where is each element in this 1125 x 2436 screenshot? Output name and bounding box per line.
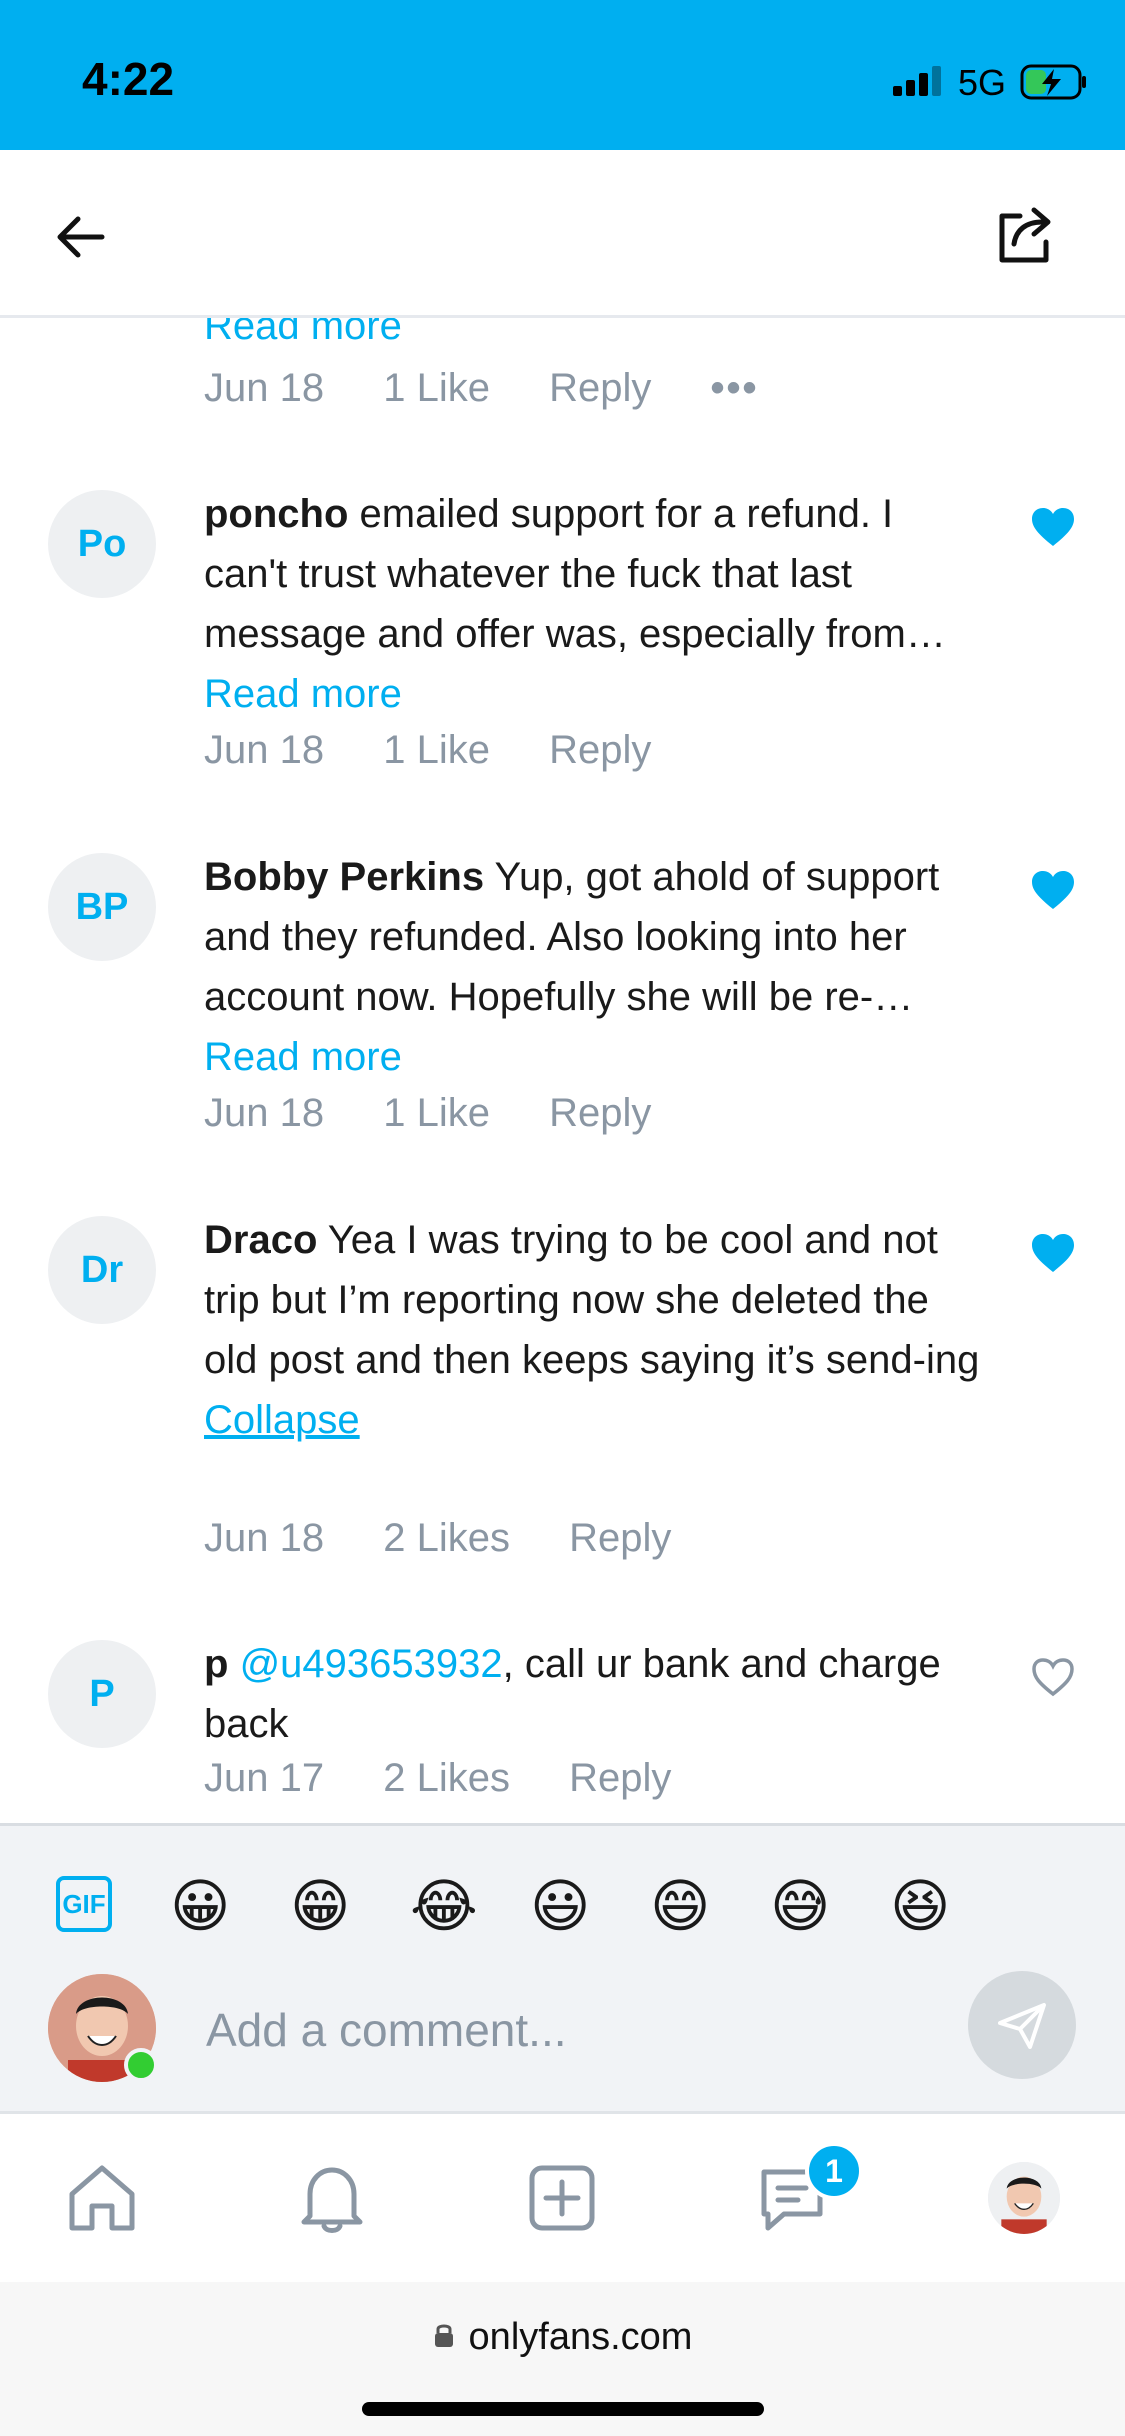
- avatar[interactable]: Po: [48, 490, 156, 598]
- comment-date: Jun 18: [204, 1091, 325, 1135]
- back-arrow-icon[interactable]: [50, 205, 114, 269]
- comment-body: poncho emailed support for a refund. I c…: [204, 484, 984, 724]
- comment-username[interactable]: Bobby Perkins: [204, 855, 484, 899]
- user-mention-link[interactable]: @u493653932: [240, 1642, 503, 1686]
- profile-avatar[interactable]: [988, 2162, 1060, 2234]
- signal-icon: [893, 66, 941, 96]
- share-icon[interactable]: [990, 200, 1060, 270]
- read-more-link[interactable]: Read more: [204, 1027, 984, 1087]
- bottom-nav: 1: [0, 2111, 1125, 2285]
- browser-url-bar: onlyfans.com: [0, 2282, 1125, 2436]
- url-display[interactable]: onlyfans.com: [0, 2316, 1125, 2359]
- avatar[interactable]: BP: [48, 853, 156, 961]
- add-post-icon[interactable]: [520, 2156, 604, 2240]
- heart-filled-icon[interactable]: [1030, 869, 1076, 911]
- emoji-beaming[interactable]: 😁: [290, 1872, 350, 1940]
- comment-likes[interactable]: 1 Like: [383, 1091, 490, 1135]
- comment-username[interactable]: Draco: [204, 1218, 317, 1262]
- comment-date: Jun 17: [204, 1756, 325, 1800]
- reply-button[interactable]: Reply: [549, 366, 651, 410]
- send-icon: [998, 2003, 1046, 2049]
- messages-badge: 1: [805, 2142, 863, 2200]
- read-more-link[interactable]: Read more: [204, 664, 984, 724]
- heart-filled-icon[interactable]: [1030, 1232, 1076, 1274]
- comment-meta: Jun 18 1 Like Reply: [204, 728, 699, 773]
- status-time: 4:22: [82, 53, 175, 105]
- reply-button[interactable]: Reply: [549, 1091, 651, 1135]
- battery-charging-icon: [1020, 64, 1086, 100]
- comment-date: Jun 18: [204, 366, 325, 410]
- emoji-bar: GIF 😀 😁 😂 😃 😄 😅 😆: [0, 1866, 1125, 1946]
- emoji-grinning[interactable]: 😀: [170, 1872, 230, 1940]
- reply-button[interactable]: Reply: [569, 1756, 671, 1800]
- comment-meta: Jun 18 2 Likes Reply: [204, 1516, 719, 1561]
- gif-button[interactable]: GIF: [56, 1876, 112, 1932]
- emoji-tears-of-joy[interactable]: 😂: [410, 1872, 478, 1940]
- comment-meta: Jun 18 1 Like Reply •••: [204, 366, 807, 411]
- top-header: [0, 150, 1125, 318]
- more-options-icon[interactable]: •••: [711, 366, 759, 410]
- avatar[interactable]: Dr: [48, 1216, 156, 1324]
- comment-composer: GIF 😀 😁 😂 😃 😄 😅 😆: [0, 1823, 1125, 2114]
- send-button[interactable]: [968, 1971, 1076, 2079]
- comment-likes[interactable]: 1 Like: [383, 728, 490, 772]
- comment-likes[interactable]: 2 Likes: [383, 1516, 510, 1560]
- comments-list[interactable]: Read more Jun 18 1 Like Reply ••• Po pon…: [0, 318, 1125, 1823]
- url-text: onlyfans.com: [468, 2316, 693, 2358]
- status-bar: 4:22 5G: [0, 0, 1125, 150]
- comment-meta: Jun 18 1 Like Reply: [204, 1091, 699, 1136]
- comment-username[interactable]: poncho: [204, 492, 348, 536]
- network-label: 5G: [958, 62, 1007, 103]
- comment-body: Bobby Perkins Yup, got ahold of support …: [204, 847, 984, 1087]
- emoji-smiley[interactable]: 😃: [530, 1872, 590, 1940]
- comment-username[interactable]: p: [204, 1642, 228, 1686]
- comment-meta: Jun 17 2 Likes Reply: [204, 1756, 719, 1801]
- emoji-smile[interactable]: 😄: [650, 1872, 710, 1940]
- online-status-dot: [124, 2048, 158, 2082]
- heart-filled-icon[interactable]: [1030, 506, 1076, 548]
- emoji-laughing[interactable]: 😆: [890, 1872, 950, 1940]
- comment-likes[interactable]: 2 Likes: [383, 1756, 510, 1800]
- heart-outline-icon[interactable]: [1030, 1656, 1076, 1698]
- comment-body: p @u493653932, call ur bank and charge b…: [204, 1634, 984, 1754]
- lock-icon: [434, 2324, 453, 2347]
- comment-text: Yea I was trying to be cool and not trip…: [204, 1218, 980, 1382]
- home-indicator: [362, 2402, 764, 2416]
- comment-body: Draco Yea I was trying to be cool and no…: [204, 1210, 984, 1450]
- home-icon[interactable]: [60, 2156, 144, 2240]
- reply-button[interactable]: Reply: [569, 1516, 671, 1560]
- comment-date: Jun 18: [204, 728, 325, 772]
- reply-button[interactable]: Reply: [549, 728, 651, 772]
- avatar[interactable]: P: [48, 1640, 156, 1748]
- read-more-link[interactable]: Read more: [204, 318, 402, 349]
- comment-date: Jun 18: [204, 1516, 325, 1560]
- notifications-bell-icon[interactable]: [290, 2156, 374, 2240]
- comment-likes[interactable]: 1 Like: [383, 366, 490, 410]
- collapse-link[interactable]: Collapse: [204, 1390, 984, 1450]
- avatar-illustration: [988, 2162, 1060, 2234]
- emoji-sweat-smile[interactable]: 😅: [770, 1872, 830, 1940]
- comment-input[interactable]: [204, 1994, 948, 2066]
